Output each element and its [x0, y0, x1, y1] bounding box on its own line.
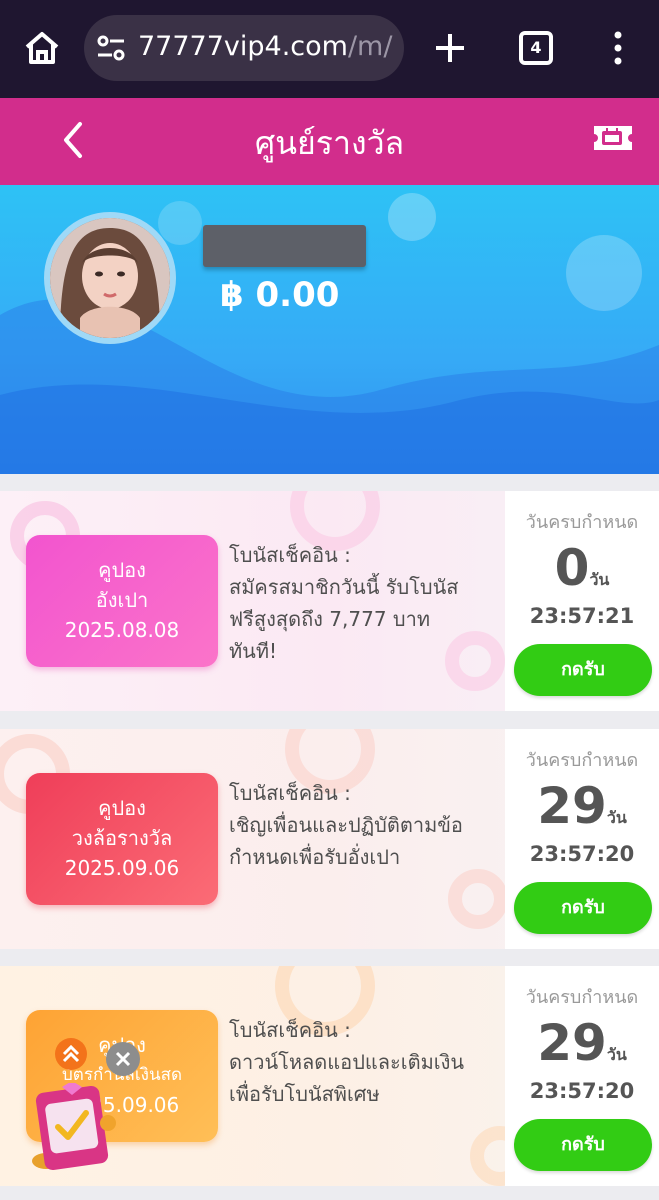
description-line: เชิญเพื่อนและปฏิบัติตามข้อ — [229, 813, 463, 837]
description-line: ทันที! — [229, 639, 278, 663]
description-line: ดาวน์โหลดแอปและเติมเงิน — [229, 1050, 465, 1074]
description-line: ฟรีสูงสุดถึง 7,777 บาท — [229, 607, 431, 631]
tab-count: 4 — [530, 38, 542, 57]
page-title: ศูนย์รางวัล — [254, 124, 405, 162]
description-line: กำหนดเพื่อรับอั่งเปา — [229, 845, 401, 869]
coupon-name: อังเปา — [95, 588, 149, 612]
coupon-ticket: คูปอง วงล้อรางวัล 2025.09.06 — [26, 773, 218, 905]
claim-button[interactable]: กดรับ — [514, 1119, 652, 1171]
description-title: โบนัสเช็คอิน : — [229, 1018, 351, 1042]
avatar[interactable] — [44, 212, 176, 344]
countdown-time: 23:57:20 — [529, 1079, 635, 1103]
tabs-icon[interactable]: 4 — [519, 31, 553, 65]
deadline-label: วันครบกำหนด — [525, 512, 639, 533]
countdown-time: 23:57:20 — [529, 842, 635, 866]
url-text[interactable]: 77777vip4.com/m/rec — [138, 31, 393, 62]
deadline-panel: วันครบกำหนด 29วัน 23:57:20 กดรับ — [505, 966, 659, 1186]
plus-icon[interactable] — [430, 28, 470, 68]
coupon-type: คูปอง — [98, 558, 146, 582]
browser-toolbar: 77777vip4.com/m/rec 4 — [0, 0, 659, 98]
deadline-panel: วันครบกำหนด 29วัน 23:57:20 กดรับ — [505, 729, 659, 949]
description-title: โบนัสเช็คอิน : — [229, 781, 351, 805]
coupon-name: วงล้อรางวัล — [71, 826, 173, 850]
coupon-ticket: คูปอง อังเปา 2025.08.08 — [26, 535, 218, 667]
username-redacted — [203, 225, 366, 267]
days-remaining: 29วัน — [505, 777, 659, 835]
days-unit: วัน — [606, 808, 627, 827]
coupon-card: คูปอง วงล้อรางวัล 2025.09.06 โบนัสเช็คอิ… — [0, 729, 659, 949]
description-title: โบนัสเช็คอิน : — [229, 543, 351, 567]
more-vert-icon[interactable] — [606, 28, 630, 68]
claim-button[interactable]: กดรับ — [514, 882, 652, 934]
coupon-type: คูปอง — [98, 796, 146, 820]
url-domain: 77777vip4.com — [138, 31, 348, 62]
days-number: 29 — [537, 777, 607, 835]
deadline-panel: วันครบกำหนด 0วัน 23:57:21 กดรับ — [505, 491, 659, 711]
claim-button[interactable]: กดรับ — [514, 644, 652, 696]
card-decoration — [448, 869, 508, 929]
site-settings-icon[interactable] — [96, 34, 126, 62]
avatar-image — [50, 218, 170, 338]
days-number: 29 — [537, 1014, 607, 1072]
url-bar[interactable]: 77777vip4.com/m/rec — [84, 15, 404, 81]
days-remaining: 0วัน — [505, 539, 659, 597]
coupon-date: 2025.08.08 — [64, 618, 180, 642]
profile-banner: ฿ 0.00 — [0, 185, 659, 474]
close-promo-button[interactable] — [106, 1042, 140, 1076]
coupon-description: โบนัสเช็คอิน : เชิญเพื่อนและปฏิบัติตามข้… — [229, 777, 499, 873]
description-line: สมัครสมาชิกวันนี้ รับโบนัส — [229, 575, 459, 599]
ticket-icon[interactable] — [592, 122, 634, 154]
description-line: เพื่อรับโบนัสพิเศษ — [229, 1082, 380, 1106]
scroll-up-button[interactable] — [55, 1038, 87, 1070]
days-remaining: 29วัน — [505, 1014, 659, 1072]
home-icon[interactable] — [22, 28, 62, 68]
page-header: ศูนย์รางวัล — [0, 98, 659, 185]
days-unit: วัน — [606, 1045, 627, 1064]
url-path: /m/rec — [347, 31, 393, 62]
coupon-date: 2025.09.06 — [64, 856, 180, 880]
days-unit: วัน — [589, 570, 610, 589]
chevron-up-icon — [62, 1044, 80, 1063]
coupon-card: คูปอง อังเปา 2025.08.08 โบนัสเช็คอิน : ส… — [0, 491, 659, 711]
balance-amount: ฿ 0.00 — [220, 275, 340, 315]
close-icon — [115, 1051, 131, 1067]
deadline-label: วันครบกำหนด — [525, 987, 639, 1008]
floating-promo-icon[interactable] — [26, 1083, 120, 1173]
days-number: 0 — [554, 539, 590, 597]
deadline-label: วันครบกำหนด — [525, 750, 639, 771]
countdown-time: 23:57:21 — [529, 604, 635, 628]
coupon-description: โบนัสเช็คอิน : สมัครสมาชิกวันนี้ รับโบนั… — [229, 539, 499, 667]
coupon-description: โบนัสเช็คอิน : ดาวน์โหลดแอปและเติมเงิน เ… — [229, 1014, 499, 1110]
